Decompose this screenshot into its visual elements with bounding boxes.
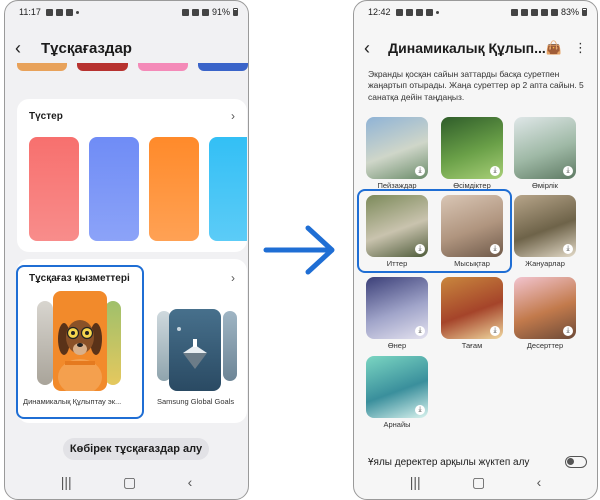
page-title: Тұсқағаздар bbox=[41, 39, 132, 57]
notification-icons bbox=[395, 8, 439, 16]
navigation-bar: ||| ▢ ‹ bbox=[5, 465, 248, 499]
app-bar-actions: 👜 ⋮ bbox=[546, 40, 587, 56]
signal-icon bbox=[201, 8, 209, 16]
battery-percent: 91% bbox=[211, 7, 230, 17]
samsung-global-goals-thumb[interactable] bbox=[169, 309, 221, 391]
category-label: Арнайы bbox=[383, 420, 411, 429]
signal-icon bbox=[550, 8, 558, 16]
category-tile[interactable]: ⤓ bbox=[441, 277, 503, 339]
download-icon: ⤓ bbox=[563, 326, 573, 336]
dot-icon bbox=[75, 10, 79, 14]
download-icon: ⤓ bbox=[490, 166, 500, 176]
right-phone-screen: 12:42 83% ‹ Динамикалық Құлып... 👜 ⋮ Экр… bbox=[353, 0, 598, 500]
app-bar: ‹ Тұсқағаздар bbox=[5, 31, 248, 65]
status-bar: 11:17 91% bbox=[5, 1, 248, 23]
download-icon bbox=[395, 8, 403, 16]
category-tile[interactable]: ⤓ bbox=[514, 195, 576, 257]
mail-icon bbox=[425, 8, 433, 16]
location-icon bbox=[520, 8, 528, 16]
wallpaper-thumb-partial[interactable] bbox=[17, 63, 68, 71]
category-tile[interactable]: ⤓ bbox=[514, 117, 576, 179]
battery-percent: 83% bbox=[560, 7, 579, 17]
back-icon[interactable]: ‹ bbox=[537, 475, 542, 489]
wallpaper-strip-partial bbox=[17, 63, 248, 73]
arrow-right-icon bbox=[263, 225, 335, 275]
colors-card-header[interactable]: Түстер › bbox=[29, 109, 235, 123]
category-label: Тағам bbox=[461, 341, 483, 350]
system-icons: 83% bbox=[510, 7, 587, 17]
category-tile[interactable]: ⤓ bbox=[441, 117, 503, 179]
shopping-bag-icon[interactable]: 👜 bbox=[546, 40, 562, 56]
island-illustration bbox=[177, 327, 207, 369]
chevron-right-icon[interactable]: › bbox=[231, 271, 235, 285]
status-time: 12:42 bbox=[368, 7, 391, 17]
color-swatch[interactable] bbox=[29, 137, 79, 241]
download-icon: ⤓ bbox=[563, 244, 573, 254]
alarm-icon bbox=[510, 8, 518, 16]
app-bar: ‹ Динамикалық Құлып... 👜 ⋮ bbox=[354, 31, 597, 65]
chevron-right-icon[interactable]: › bbox=[231, 109, 235, 123]
dot-icon bbox=[435, 10, 439, 14]
color-swatch[interactable] bbox=[89, 137, 139, 241]
home-icon[interactable]: ▢ bbox=[123, 475, 136, 489]
selection-highlight bbox=[357, 189, 512, 273]
switch-knob bbox=[567, 458, 574, 465]
navigation-bar: ||| ▢ ‹ bbox=[354, 465, 597, 499]
back-icon[interactable]: ‹ bbox=[188, 475, 193, 489]
home-icon[interactable]: ▢ bbox=[472, 475, 485, 489]
left-phone-screen: 11:17 91% ‹ Тұсқағаздар Түстер › Тұсқаға… bbox=[4, 0, 249, 500]
category-tile[interactable]: ⤓ bbox=[514, 277, 576, 339]
upload-icon bbox=[405, 8, 413, 16]
category-label: Десерттер bbox=[526, 341, 564, 350]
back-arrow-icon[interactable]: ‹ bbox=[364, 39, 382, 57]
recents-icon[interactable]: ||| bbox=[410, 475, 421, 489]
status-bar: 12:42 83% bbox=[354, 1, 597, 23]
notification-icons bbox=[45, 8, 79, 16]
notification-icon bbox=[45, 8, 53, 16]
notification-icon bbox=[415, 8, 423, 16]
page-title: Динамикалық Құлып... bbox=[388, 40, 546, 56]
mail-icon bbox=[65, 8, 73, 16]
colors-section-label: Түстер bbox=[29, 110, 63, 122]
service-caption: Samsung Global Goals bbox=[157, 397, 235, 406]
download-icon: ⤓ bbox=[415, 326, 425, 336]
category-tile[interactable]: ⤓ bbox=[366, 356, 428, 418]
more-options-icon[interactable]: ⋮ bbox=[574, 40, 587, 56]
category-label: Жануарлар bbox=[525, 259, 565, 268]
status-time: 11:17 bbox=[19, 7, 41, 17]
download-icon: ⤓ bbox=[415, 166, 425, 176]
wallpaper-thumb-partial[interactable] bbox=[137, 63, 188, 71]
wifi-icon bbox=[191, 8, 199, 16]
category-tile[interactable]: ⤓ bbox=[366, 277, 428, 339]
download-icon: ⤓ bbox=[415, 405, 425, 415]
get-more-wallpapers-button[interactable]: Көбірек тұсқағаздар алу bbox=[63, 438, 209, 460]
back-arrow-icon[interactable]: ‹ bbox=[15, 39, 35, 57]
wifi-icon bbox=[540, 8, 548, 16]
color-swatch[interactable] bbox=[149, 137, 199, 241]
download-icon: ⤓ bbox=[490, 326, 500, 336]
notification-icon bbox=[55, 8, 63, 16]
preview-side-right bbox=[223, 311, 237, 381]
wallpaper-thumb-partial[interactable] bbox=[197, 63, 248, 71]
color-swatch[interactable] bbox=[209, 137, 247, 241]
battery-icon bbox=[582, 8, 587, 16]
recents-icon[interactable]: ||| bbox=[61, 475, 72, 489]
mute-icon bbox=[181, 8, 189, 16]
system-icons: 91% bbox=[181, 7, 238, 17]
battery-icon bbox=[233, 8, 238, 16]
category-label: Өнер bbox=[387, 341, 407, 350]
category-tile[interactable]: ⤓ bbox=[366, 117, 428, 179]
colors-card: Түстер › bbox=[17, 99, 247, 252]
description-text: Экранды қосқан сайын заттарды басқа суре… bbox=[368, 69, 584, 102]
selection-highlight bbox=[16, 265, 144, 419]
mute-icon bbox=[530, 8, 538, 16]
category-label: Өмірлік bbox=[532, 181, 558, 190]
download-icon: ⤓ bbox=[563, 166, 573, 176]
wallpaper-thumb-partial[interactable] bbox=[77, 63, 128, 71]
